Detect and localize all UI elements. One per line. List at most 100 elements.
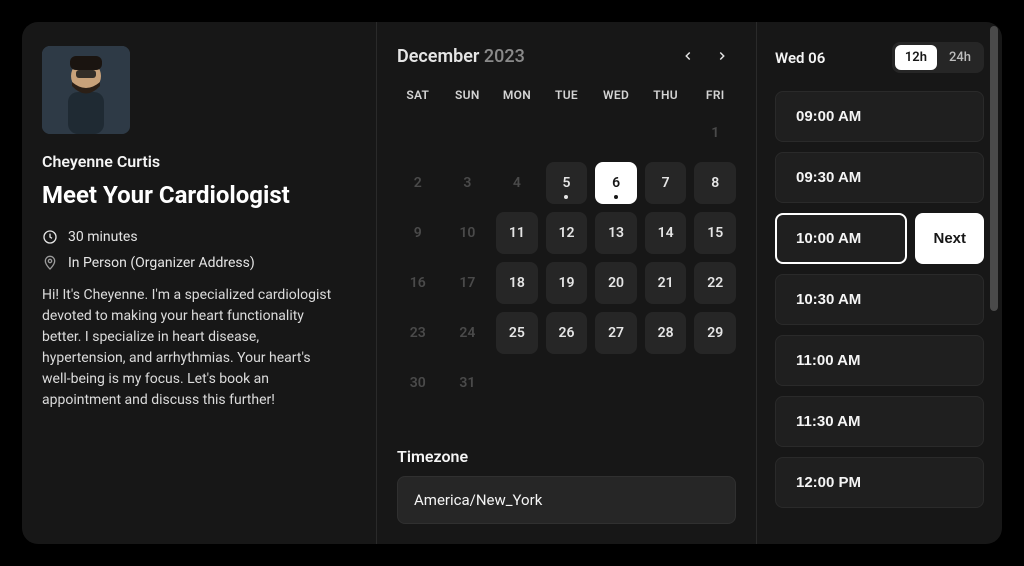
weekday-label: MON xyxy=(496,84,538,112)
timeslot-button[interactable]: 10:30 AM xyxy=(775,274,984,325)
today-indicator-dot xyxy=(564,195,568,199)
calendar-empty-cell xyxy=(496,362,538,404)
calendar-day[interactable]: 6 xyxy=(595,162,637,204)
calendar-day[interactable]: 7 xyxy=(645,162,687,204)
timeslot: 11:30 AM xyxy=(775,396,984,447)
calendar-header: December 2023 xyxy=(397,42,736,70)
calendar-day: 17 xyxy=(447,262,489,304)
calendar-day[interactable]: 20 xyxy=(595,262,637,304)
weekday-label: TUE xyxy=(546,84,588,112)
calendar-day[interactable]: 5 xyxy=(546,162,588,204)
calendar-nav xyxy=(674,42,736,70)
time-format-toggle: 12h 24h xyxy=(892,42,984,73)
calendar-day[interactable]: 11 xyxy=(496,212,538,254)
calendar-day[interactable]: 19 xyxy=(546,262,588,304)
location-text: In Person (Organizer Address) xyxy=(68,255,255,271)
calendar-day[interactable]: 18 xyxy=(496,262,538,304)
clock-icon xyxy=(42,229,58,245)
calendar-day[interactable]: 28 xyxy=(645,312,687,354)
weekday-label: SAT xyxy=(397,84,439,112)
weekday-label: SUN xyxy=(447,84,489,112)
duration-row: 30 minutes xyxy=(42,229,348,245)
calendar-empty-cell xyxy=(645,362,687,404)
calendar-day[interactable]: 27 xyxy=(595,312,637,354)
calendar-panel: December 2023 SATSUNMONTUEWEDTHUFRI 1234… xyxy=(377,22,757,544)
timeslot-button[interactable]: 12:00 PM xyxy=(775,457,984,508)
calendar-day[interactable]: 25 xyxy=(496,312,538,354)
booking-card: Cheyenne Curtis Meet Your Cardiologist 3… xyxy=(22,22,1002,544)
timeslot-header: Wed 06 12h 24h xyxy=(775,42,984,73)
host-name: Cheyenne Curtis xyxy=(42,152,348,171)
timeslot: 12:00 PM xyxy=(775,457,984,508)
chevron-left-icon xyxy=(681,49,695,63)
calendar-week-row: 2345678 xyxy=(397,162,736,204)
calendar-year: 2023 xyxy=(484,46,525,67)
timeslot-button[interactable]: 09:30 AM xyxy=(775,152,984,203)
calendar-day[interactable]: 15 xyxy=(694,212,736,254)
timeslot-button[interactable]: 09:00 AM xyxy=(775,91,984,142)
format-24h-option[interactable]: 24h xyxy=(939,45,981,70)
calendar-day: 10 xyxy=(447,212,489,254)
location-row: In Person (Organizer Address) xyxy=(42,255,348,271)
calendar-day: 30 xyxy=(397,362,439,404)
calendar-day: 4 xyxy=(496,162,538,204)
calendar-empty-cell xyxy=(546,362,588,404)
weekday-label: FRI xyxy=(694,84,736,112)
format-12h-option[interactable]: 12h xyxy=(895,45,937,70)
calendar-week-row: 9101112131415 xyxy=(397,212,736,254)
calendar-day[interactable]: 26 xyxy=(546,312,588,354)
timezone-select[interactable]: America/New_York xyxy=(397,476,736,524)
timeslot-panel: Wed 06 12h 24h 09:00 AM 09:30 AM 10:00 AMN… xyxy=(757,22,1002,544)
duration-text: 30 minutes xyxy=(68,229,138,245)
calendar-week-row: 16171819202122 xyxy=(397,262,736,304)
timeslot-button[interactable]: 11:00 AM xyxy=(775,335,984,386)
timeslot: 10:30 AM xyxy=(775,274,984,325)
next-button[interactable]: Next xyxy=(915,213,984,264)
calendar-empty-cell xyxy=(595,362,637,404)
timeslot-list: 09:00 AM 09:30 AM 10:00 AMNext 10:30 AM 11:0… xyxy=(775,91,984,524)
calendar-empty-cell xyxy=(546,112,588,154)
calendar-empty-cell xyxy=(645,112,687,154)
calendar-day[interactable]: 21 xyxy=(645,262,687,304)
calendar-day[interactable]: 8 xyxy=(694,162,736,204)
calendar-day[interactable]: 14 xyxy=(645,212,687,254)
calendar-title: December 2023 xyxy=(397,46,525,67)
calendar-day: 2 xyxy=(397,162,439,204)
event-title: Meet Your Cardiologist xyxy=(42,181,348,209)
weekday-header: SATSUNMONTUEWEDTHUFRI xyxy=(397,84,736,112)
calendar-empty-cell xyxy=(397,112,439,154)
scrollbar-thumb[interactable] xyxy=(990,26,998,311)
timeslot-button[interactable]: 11:30 AM xyxy=(775,396,984,447)
calendar-day: 23 xyxy=(397,312,439,354)
calendar-week-row: 23242526272829 xyxy=(397,312,736,354)
next-month-button[interactable] xyxy=(708,42,736,70)
chevron-right-icon xyxy=(715,49,729,63)
calendar-day: 31 xyxy=(447,362,489,404)
today-indicator-dot xyxy=(614,195,618,199)
calendar-day: 16 xyxy=(397,262,439,304)
weekday-label: WED xyxy=(595,84,637,112)
calendar-empty-cell xyxy=(496,112,538,154)
calendar-day[interactable]: 22 xyxy=(694,262,736,304)
calendar-day: 1 xyxy=(694,112,736,154)
calendar-day[interactable]: 12 xyxy=(546,212,588,254)
timezone-label: Timezone xyxy=(397,447,736,466)
prev-month-button[interactable] xyxy=(674,42,702,70)
timeslot: 10:00 AMNext xyxy=(775,213,984,264)
calendar-month: December xyxy=(397,46,479,67)
timeslot-button[interactable]: 10:00 AM xyxy=(775,213,907,264)
calendar-day: 3 xyxy=(447,162,489,204)
calendar-empty-cell xyxy=(447,112,489,154)
calendar-day[interactable]: 13 xyxy=(595,212,637,254)
timezone-block: Timezone America/New_York xyxy=(397,447,736,524)
selected-date: Wed 06 xyxy=(775,49,825,67)
timeslot: 09:30 AM xyxy=(775,152,984,203)
calendar-week-row: 3031 xyxy=(397,362,736,404)
calendar-day: 9 xyxy=(397,212,439,254)
calendar-grid: 1234567891011121314151617181920212223242… xyxy=(397,112,736,404)
calendar-empty-cell xyxy=(595,112,637,154)
calendar-week-row: 1 xyxy=(397,112,736,154)
avatar xyxy=(42,46,130,134)
event-info-panel: Cheyenne Curtis Meet Your Cardiologist 3… xyxy=(22,22,377,544)
calendar-day[interactable]: 29 xyxy=(694,312,736,354)
